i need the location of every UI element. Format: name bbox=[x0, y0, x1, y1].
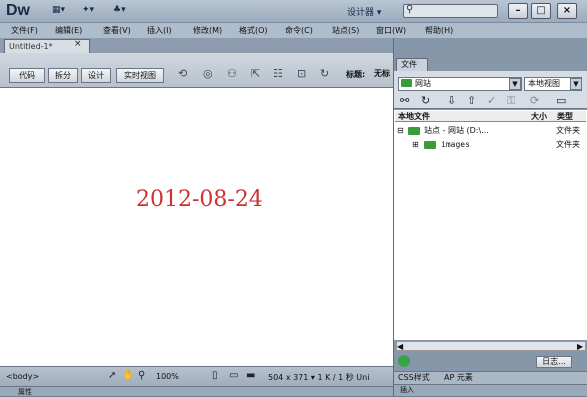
tablet-size-icon[interactable]: ▭ bbox=[229, 370, 238, 381]
tab-files[interactable]: 文件 bbox=[396, 58, 428, 71]
tab-css-styles[interactable]: CSS样式 bbox=[398, 372, 430, 383]
pointer-icon[interactable]: ➚ bbox=[108, 370, 116, 381]
zoom-select[interactable]: 100% bbox=[156, 372, 179, 381]
inspect-icon[interactable]: ◎ bbox=[203, 67, 213, 80]
visual-aids-icon[interactable]: ⊡ bbox=[297, 67, 306, 80]
insert-label[interactable]: 插入 bbox=[400, 385, 414, 395]
site-folder-icon bbox=[401, 79, 412, 87]
tag-selector[interactable]: <body> bbox=[6, 372, 39, 381]
dw-logo: Dw bbox=[6, 2, 30, 19]
workspace-switcher[interactable]: 设计器 ▾ bbox=[347, 5, 381, 18]
sync-icon[interactable]: ⟳ bbox=[530, 94, 539, 107]
tab-ap-elements[interactable]: AP 元素 bbox=[444, 372, 473, 383]
scroll-right-icon[interactable]: ▶ bbox=[577, 342, 583, 351]
title-input[interactable]: 无标 bbox=[374, 68, 390, 79]
list-item[interactable]: images bbox=[441, 139, 470, 150]
desktop-size-icon[interactable]: ▬ bbox=[246, 370, 255, 381]
tab-close-icon[interactable]: × bbox=[74, 39, 82, 49]
maximize-button[interactable]: □ bbox=[531, 3, 551, 19]
split-view-button[interactable]: 拆分 bbox=[48, 68, 78, 83]
refresh-icon[interactable]: ↻ bbox=[421, 94, 430, 107]
check-out-icon[interactable]: ✓ bbox=[487, 94, 496, 107]
log-button[interactable]: 日志... bbox=[536, 356, 572, 368]
menu-window[interactable]: 窗口(W) bbox=[376, 25, 406, 36]
hand-icon[interactable]: ✋ bbox=[122, 370, 134, 381]
site-select[interactable]: 网站 bbox=[398, 77, 522, 91]
minimize-button[interactable]: – bbox=[508, 3, 528, 19]
menu-view[interactable]: 查看(V) bbox=[103, 25, 131, 36]
search-input[interactable] bbox=[403, 4, 498, 18]
menu-edit[interactable]: 编辑(E) bbox=[55, 25, 82, 36]
chevron-down-icon[interactable]: ▼ bbox=[570, 78, 582, 90]
live-code-icon[interactable]: ⟲ bbox=[178, 67, 187, 80]
column-type[interactable]: 类型 bbox=[557, 111, 573, 122]
folder-icon bbox=[424, 141, 436, 149]
expand-icon[interactable]: ▭ bbox=[556, 94, 566, 107]
column-size[interactable]: 大小 bbox=[531, 111, 547, 122]
live-view-button[interactable]: 实时视图 bbox=[116, 68, 164, 83]
collapse-icon[interactable]: ⊟ bbox=[397, 126, 404, 135]
menu-format[interactable]: 格式(O) bbox=[239, 25, 268, 36]
menu-help[interactable]: 帮助(H) bbox=[425, 25, 453, 36]
put-files-icon[interactable]: ⇧ bbox=[467, 94, 476, 107]
preview-icon[interactable]: ⇱ bbox=[251, 67, 260, 80]
design-view-button[interactable]: 设计 bbox=[81, 68, 111, 83]
site-icon[interactable]: ♣▾ bbox=[113, 5, 126, 17]
menu-commands[interactable]: 命令(C) bbox=[285, 25, 313, 36]
scroll-left-icon[interactable]: ◀ bbox=[397, 342, 403, 351]
list-item[interactable]: 站点 - 网站 (D:\... bbox=[424, 125, 489, 136]
search-icon: ⚲ bbox=[406, 4, 414, 15]
title-label: 标题: bbox=[346, 70, 366, 79]
multiscreen-icon[interactable]: ⚇ bbox=[227, 67, 237, 80]
list-item-type: 文件夹 bbox=[556, 126, 580, 135]
get-files-icon[interactable]: ⇩ bbox=[447, 94, 456, 107]
refresh-icon[interactable]: ↻ bbox=[320, 67, 329, 80]
connect-icon[interactable]: ⚯ bbox=[400, 94, 409, 107]
close-button[interactable]: × bbox=[557, 3, 577, 19]
menu-site[interactable]: 站点(S) bbox=[332, 25, 359, 36]
code-view-button[interactable]: 代码 bbox=[9, 68, 45, 83]
status-icon bbox=[398, 355, 410, 367]
chevron-down-icon[interactable]: ▼ bbox=[509, 78, 521, 90]
phone-size-icon[interactable]: ▯ bbox=[212, 370, 218, 381]
site-folder-icon bbox=[408, 127, 420, 135]
column-local-files[interactable]: 本地文件 bbox=[398, 111, 430, 122]
horizontal-scrollbar[interactable] bbox=[396, 341, 586, 351]
properties-bar bbox=[0, 386, 393, 396]
date-text: 2012-08-24 bbox=[136, 187, 263, 212]
window-size-readout[interactable]: 504 x 371 ▾ 1 K / 1 秒 Uni bbox=[268, 372, 369, 383]
menu-file[interactable]: 文件(F) bbox=[11, 25, 38, 36]
layout-icon[interactable]: ▦▾ bbox=[52, 5, 65, 17]
expand-icon[interactable]: ⊞ bbox=[412, 140, 419, 149]
check-page-icon[interactable]: ☷ bbox=[273, 67, 283, 80]
design-canvas[interactable] bbox=[0, 88, 393, 366]
check-in-icon[interactable]: ⚿ bbox=[507, 94, 515, 108]
menu-modify[interactable]: 修改(M) bbox=[193, 25, 222, 36]
list-item-type: 文件夹 bbox=[556, 140, 580, 149]
menu-insert[interactable]: 插入(I) bbox=[147, 25, 172, 36]
insert-panel-bar bbox=[394, 384, 587, 396]
zoom-icon[interactable]: ⚲ bbox=[138, 370, 145, 381]
extend-icon[interactable]: ✦▾ bbox=[82, 5, 94, 17]
